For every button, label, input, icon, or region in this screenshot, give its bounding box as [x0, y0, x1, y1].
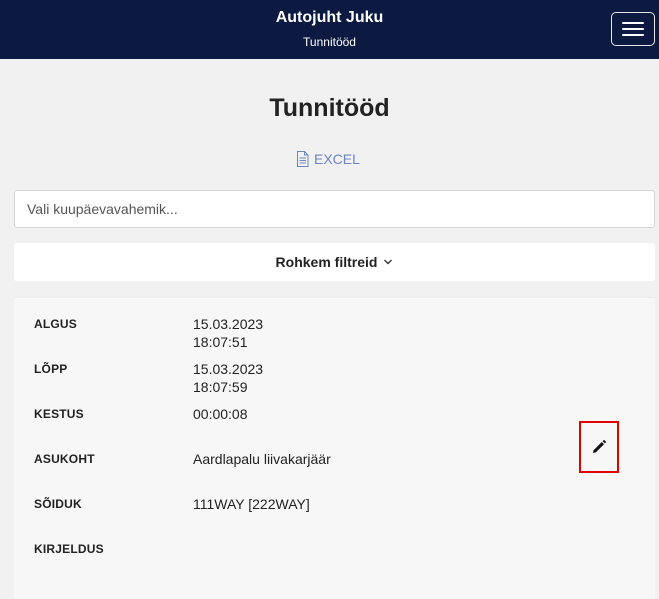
- location-label: ASUKOHT: [34, 452, 95, 466]
- end-time: 18:07:59: [193, 379, 248, 395]
- excel-export-link[interactable]: EXCEL: [296, 150, 360, 168]
- pencil-icon: [593, 440, 606, 453]
- page-title: Tunnitööd: [269, 94, 390, 122]
- edit-record-button[interactable]: [579, 421, 619, 473]
- start-label: ALGUS: [34, 317, 77, 331]
- duration-value: 00:00:08: [193, 406, 248, 422]
- work-record-card: ALGUS 15.03.2023 18:07:51 LÕPP 15.03.202…: [14, 297, 655, 599]
- start-date: 15.03.2023: [193, 316, 264, 332]
- top-navbar: Autojuht Juku Tunnitööd: [0, 0, 659, 59]
- vehicle-label: SÕIDUK: [34, 497, 82, 511]
- description-label: KIRJELDUS: [34, 542, 104, 556]
- end-label: LÕPP: [34, 362, 68, 376]
- chevron-down-icon: [384, 259, 393, 265]
- menu-bar: [622, 22, 644, 24]
- document-icon: [297, 151, 309, 167]
- more-filters-button[interactable]: Rohkem filtreid: [14, 243, 655, 281]
- hamburger-menu-icon[interactable]: [611, 12, 655, 46]
- menu-bar: [622, 28, 644, 30]
- menu-bar: [622, 34, 644, 36]
- location-value: Aardlapalu liivakarjäär: [193, 451, 331, 467]
- end-date: 15.03.2023: [193, 361, 264, 377]
- duration-label: KESTUS: [34, 407, 84, 421]
- start-time: 18:07:51: [193, 334, 248, 350]
- vehicle-value: 111WAY [222WAY]: [193, 496, 310, 512]
- nav-subtitle: Tunnitööd: [303, 35, 356, 49]
- more-filters-label: Rohkem filtreid: [275, 254, 378, 270]
- date-range-input[interactable]: [14, 190, 655, 228]
- excel-label: EXCEL: [314, 151, 360, 167]
- app-title: Autojuht Juku: [275, 9, 384, 26]
